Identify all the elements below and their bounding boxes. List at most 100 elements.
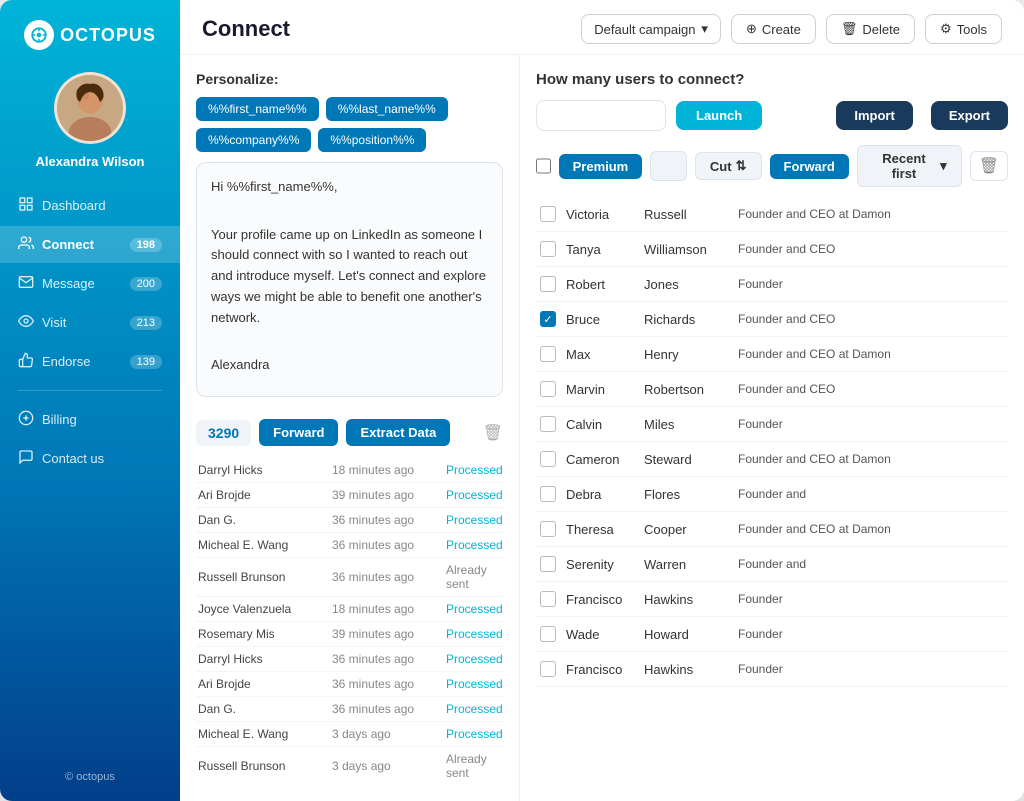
sidebar-item-label: Visit [42, 315, 66, 330]
user-checkbox[interactable]: ✓ [540, 311, 556, 327]
sidebar-item-label: Endorse [42, 354, 90, 369]
sidebar-item-endorse[interactable]: Endorse 139 [0, 343, 180, 380]
user-checkbox[interactable] [540, 381, 556, 397]
chevron-down-icon: ▾ [940, 158, 947, 174]
user-checkbox[interactable] [540, 346, 556, 362]
user-row: Tanya Williamson Founder and CEO [536, 232, 1008, 267]
user-checkbox[interactable] [540, 206, 556, 222]
export-button[interactable]: Export [931, 101, 1008, 130]
tag-first-name[interactable]: %%first_name%% [196, 97, 319, 121]
connect-badge: 198 [130, 238, 162, 252]
user-first-name: Wade [560, 627, 640, 642]
tag-last-name[interactable]: %%last_name%% [326, 97, 448, 121]
activity-time: 3 days ago [332, 759, 442, 773]
user-checkbox[interactable] [540, 661, 556, 677]
import-button[interactable]: Import [836, 101, 912, 130]
user-row: Victoria Russell Founder and CEO at Damo… [536, 197, 1008, 232]
activity-row: Russell Brunson 36 minutes ago Already s… [196, 558, 503, 597]
create-button[interactable]: ⊕ Create [731, 14, 816, 44]
user-checkbox[interactable] [540, 556, 556, 572]
activity-row: Micheal E. Wang 3 days ago Processed [196, 722, 503, 747]
trash-icon: 🗑 [841, 21, 858, 37]
delete-activity-button[interactable]: 🗑 [483, 423, 503, 443]
user-row: Wade Howard Founder [536, 617, 1008, 652]
activity-time: 36 minutes ago [332, 702, 442, 716]
sidebar-item-connect[interactable]: Connect 198 [0, 226, 180, 263]
endorse-icon [18, 352, 34, 371]
left-panel: Personalize: %%first_name%% %%last_name%… [180, 55, 520, 801]
tools-label: Tools [957, 22, 987, 37]
user-first-name: Francisco [560, 662, 640, 677]
filter-recent-button[interactable]: Recent first ▾ [857, 145, 962, 187]
filter-cut-button[interactable]: Cut ⇅ [695, 152, 762, 180]
delete-label: Delete [862, 22, 900, 37]
user-checkbox[interactable] [540, 521, 556, 537]
activity-name: Dan G. [198, 702, 328, 716]
user-checkbox[interactable] [540, 416, 556, 432]
delete-button[interactable]: 🗑 Delete [826, 14, 915, 44]
bottom-toolbar: 3290 Forward Extract Data 🗑 [196, 411, 503, 454]
copyright: © octopus [65, 771, 115, 791]
user-last-name: Russell [644, 207, 734, 222]
personalize-label: Personalize: [196, 71, 503, 87]
activity-row: Dan G. 36 minutes ago Processed [196, 508, 503, 533]
sidebar-item-label: Dashboard [42, 198, 106, 213]
activity-status: Already sent [446, 752, 501, 780]
user-last-name: Miles [644, 417, 734, 432]
sidebar-item-message[interactable]: Message 200 [0, 265, 180, 302]
user-checkbox[interactable] [540, 486, 556, 502]
user-position: Founder [738, 627, 1004, 641]
user-last-name: Hawkins [644, 592, 734, 607]
user-checkbox[interactable] [540, 591, 556, 607]
user-checkbox[interactable] [540, 241, 556, 257]
user-first-name: Cameron [560, 452, 640, 467]
sidebar-item-dashboard[interactable]: Dashboard [0, 187, 180, 224]
user-position: Founder and CEO at Damon [738, 522, 1004, 536]
filter-empty-box [650, 151, 687, 181]
launch-button[interactable]: Launch [676, 101, 762, 130]
sidebar-item-contact[interactable]: Contact us [0, 440, 180, 477]
tag-row: %%first_name%% %%last_name%% %%company%%… [196, 97, 503, 152]
user-row: Theresa Cooper Founder and CEO at Damon [536, 512, 1008, 547]
user-checkbox[interactable] [540, 451, 556, 467]
filter-premium-button[interactable]: Premium [559, 154, 643, 179]
tools-button[interactable]: ⚙ Tools [925, 14, 1002, 44]
user-last-name: Williamson [644, 242, 734, 257]
activity-time: 18 minutes ago [332, 463, 442, 477]
user-row: Serenity Warren Founder and [536, 547, 1008, 582]
tag-position[interactable]: %%position%% [318, 128, 426, 152]
topbar: Connect Default campaign ▾ ⊕ Create 🗑 De… [180, 0, 1024, 55]
activity-name: Darryl Hicks [198, 463, 328, 477]
user-row: Max Henry Founder and CEO at Damon [536, 337, 1008, 372]
filter-forward-button[interactable]: Forward [770, 154, 849, 179]
activity-name: Darryl Hicks [198, 652, 328, 666]
launch-input[interactable] [536, 100, 666, 131]
user-position: Founder and CEO [738, 312, 1004, 326]
message-box[interactable]: Hi %%first_name%%, Your profile came up … [196, 162, 503, 397]
user-checkbox[interactable] [540, 626, 556, 642]
user-checkbox[interactable] [540, 276, 556, 292]
activity-status: Processed [446, 538, 503, 552]
user-last-name: Henry [644, 347, 734, 362]
extract-button[interactable]: Extract Data [346, 419, 450, 446]
sidebar-item-billing[interactable]: Billing [0, 401, 180, 438]
visit-badge: 213 [130, 316, 162, 330]
filter-delete-button[interactable]: 🗑 [970, 151, 1008, 181]
tag-company[interactable]: %%company%% [196, 128, 311, 152]
activity-list: Darryl Hicks 18 minutes ago Processed Ar… [196, 458, 503, 785]
select-all-checkbox[interactable] [536, 158, 551, 174]
sidebar-item-visit[interactable]: Visit 213 [0, 304, 180, 341]
user-position: Founder and [738, 557, 1004, 571]
avatar [54, 72, 126, 144]
user-row: Calvin Miles Founder [536, 407, 1008, 442]
user-position: Founder [738, 417, 1004, 431]
user-name: Alexandra Wilson [36, 154, 145, 169]
forward-button[interactable]: Forward [259, 419, 338, 446]
activity-name: Rosemary Mis [198, 627, 328, 641]
activity-time: 36 minutes ago [332, 652, 442, 666]
user-last-name: Howard [644, 627, 734, 642]
user-row: Cameron Steward Founder and CEO at Damon [536, 442, 1008, 477]
activity-name: Russell Brunson [198, 759, 328, 773]
activity-time: 36 minutes ago [332, 513, 442, 527]
campaign-selector[interactable]: Default campaign ▾ [581, 14, 721, 44]
